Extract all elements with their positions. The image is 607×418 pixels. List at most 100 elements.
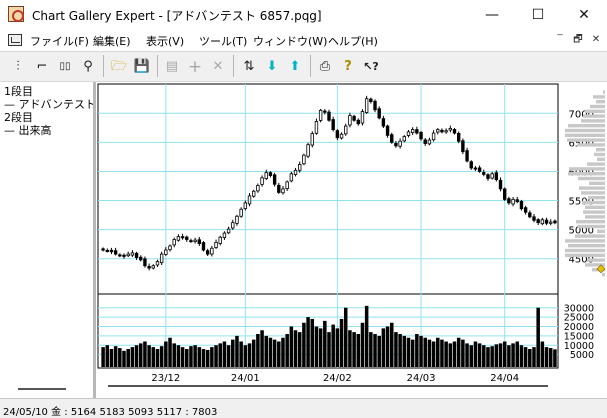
candle-body bbox=[348, 115, 352, 126]
save-icon[interactable]: 💾 bbox=[131, 55, 153, 77]
series-volume[interactable]: — 出来高 bbox=[4, 122, 93, 138]
candle-body bbox=[201, 242, 206, 251]
candle-body bbox=[180, 236, 185, 239]
chart-canvas[interactable]: 4500500055006000650070005000100001500020… bbox=[96, 82, 607, 398]
candle-body bbox=[272, 174, 277, 185]
menu-file[interactable]: ファイル(F) bbox=[30, 33, 89, 49]
price-histogram-bar bbox=[568, 244, 605, 248]
volume-bar bbox=[210, 347, 214, 367]
candle-body bbox=[335, 130, 340, 139]
upload-arrow-icon[interactable]: ⬆ bbox=[284, 55, 306, 77]
volume-bar bbox=[197, 347, 202, 367]
menu-tools[interactable]: ツール(T) bbox=[199, 33, 247, 49]
volume-bar bbox=[143, 341, 147, 367]
price-histogram-bar bbox=[590, 104, 605, 109]
volume-bar bbox=[101, 347, 105, 367]
volume-bar bbox=[285, 334, 289, 367]
maximize-button[interactable]: ☐ bbox=[515, 0, 561, 30]
menu-view[interactable]: 表示(V) bbox=[146, 33, 184, 49]
price-histogram-bar bbox=[588, 196, 605, 200]
double-pane-icon[interactable]: ▯▯ bbox=[54, 55, 76, 77]
volume-bar bbox=[369, 332, 373, 367]
volume-bar bbox=[536, 307, 540, 367]
candle-body bbox=[109, 249, 114, 253]
candle-body bbox=[339, 133, 344, 139]
print-icon[interactable]: ⎙ bbox=[314, 55, 336, 77]
candle-body bbox=[168, 245, 172, 251]
volume-bar bbox=[264, 335, 269, 367]
price-histogram-bar bbox=[568, 124, 605, 128]
candle-body bbox=[549, 221, 553, 224]
series-panel[interactable]: 1段目 — アドバンテスト 2段目 — 出来高 bbox=[0, 82, 93, 398]
candle-body bbox=[456, 133, 461, 142]
price-histogram-bar bbox=[579, 186, 605, 190]
download-arrow-icon[interactable]: ⬇ bbox=[261, 55, 283, 77]
document-system-menu-icon[interactable] bbox=[8, 34, 22, 46]
mdi-close-button[interactable]: ✕ bbox=[588, 33, 604, 47]
volume-bar bbox=[482, 345, 486, 367]
app-icon[interactable] bbox=[8, 6, 24, 22]
price-histogram-bar bbox=[575, 234, 605, 238]
candle-body bbox=[544, 219, 549, 224]
price-histogram-bar bbox=[565, 248, 605, 253]
stock-chart[interactable]: 4500500055006000650070005000100001500020… bbox=[96, 82, 607, 398]
panel-scrollbar-thumb[interactable] bbox=[18, 388, 66, 390]
volume-bar bbox=[385, 326, 390, 367]
volume-bar bbox=[532, 347, 536, 367]
mdi-restore-button[interactable]: 🗗 bbox=[570, 33, 586, 47]
price-histogram-bar bbox=[596, 100, 605, 104]
price-histogram-bar bbox=[589, 181, 605, 185]
volume-tick-label: 25000 bbox=[564, 313, 594, 324]
add-icon[interactable]: + bbox=[184, 55, 206, 77]
candle-body bbox=[105, 249, 109, 252]
menu-bar: ファイル(F) 編集(E) 表示(V) ツール(T) ウィンドウ(W) ヘルプ(… bbox=[0, 30, 607, 50]
candle-body bbox=[281, 188, 285, 194]
candle-body bbox=[536, 219, 540, 224]
candle-body bbox=[197, 239, 202, 244]
menu-help[interactable]: ヘルプ(H) bbox=[328, 33, 378, 49]
binoculars-icon[interactable]: ⚲ bbox=[77, 55, 99, 77]
open-folder-icon[interactable]: 🗁 bbox=[108, 55, 130, 77]
mdi-minimize-button[interactable]: ‾ bbox=[552, 33, 568, 47]
volume-bar bbox=[185, 349, 189, 367]
volume-bar bbox=[544, 347, 549, 367]
menu-window[interactable]: ウィンドウ(W) bbox=[253, 33, 327, 49]
help-icon[interactable]: ? bbox=[337, 55, 359, 77]
candle-body bbox=[482, 172, 486, 175]
candle-body bbox=[352, 115, 356, 121]
volume-bar bbox=[381, 328, 386, 367]
x-tick-label: 24/03 bbox=[407, 373, 436, 384]
menu-edit[interactable]: 編集(E) bbox=[93, 33, 131, 49]
toolbar: ⫶ ⌐ ▯▯ ⚲ 🗁 💾 ▤ + ✕ ⇅ ⬇ ⬆ ⎙ ? ↖? bbox=[0, 51, 607, 82]
candle-body bbox=[260, 177, 264, 185]
price-histogram-bar bbox=[569, 167, 605, 171]
step-chart-icon[interactable]: ⌐ bbox=[31, 55, 53, 77]
volume-bar bbox=[406, 337, 411, 367]
context-help-icon[interactable]: ↖? bbox=[360, 55, 382, 77]
candle-body bbox=[164, 249, 168, 255]
plot-frame bbox=[97, 83, 559, 369]
candlestick-chart-icon[interactable]: ⫶ bbox=[7, 55, 29, 77]
volume-bar bbox=[335, 328, 340, 367]
properties-icon[interactable]: ▤ bbox=[161, 55, 183, 77]
candle-body bbox=[331, 119, 335, 130]
volume-bar bbox=[419, 335, 423, 367]
candle-body bbox=[415, 129, 419, 134]
volume-bar bbox=[511, 343, 515, 367]
volume-bar bbox=[448, 343, 453, 367]
close-button[interactable]: ✕ bbox=[561, 0, 607, 30]
minimize-button[interactable]: — bbox=[469, 0, 515, 30]
candle-body bbox=[398, 140, 402, 147]
candle-body bbox=[193, 239, 197, 243]
volume-bar bbox=[331, 324, 335, 367]
sort-icon[interactable]: ⇅ bbox=[238, 55, 260, 77]
candle-body bbox=[390, 134, 394, 143]
candle-body bbox=[264, 172, 268, 179]
status-bar: 24/05/10 金 : 5164 5183 5093 5117 : 7803 bbox=[0, 398, 607, 418]
price-histogram-bar bbox=[565, 133, 605, 137]
volume-bar bbox=[297, 332, 302, 367]
content-area: 1段目 — アドバンテスト 2段目 — 出来高 4500500055006000… bbox=[0, 82, 607, 398]
candle-body bbox=[176, 236, 181, 241]
delete-icon[interactable]: ✕ bbox=[207, 55, 229, 77]
price-histogram-bar bbox=[587, 258, 605, 262]
